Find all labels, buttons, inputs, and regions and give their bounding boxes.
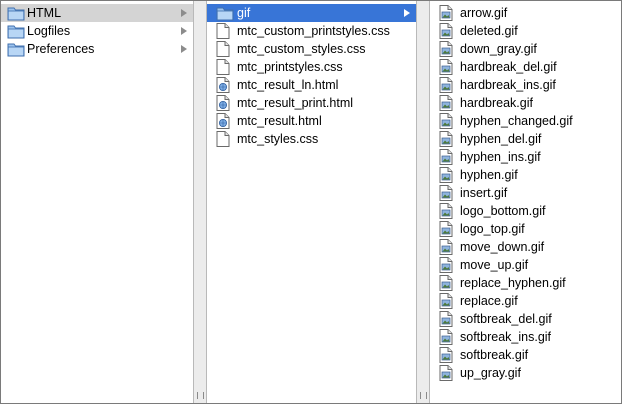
file-item[interactable]: mtc_printstyles.css — [207, 58, 416, 76]
item-label: hyphen_changed.gif — [460, 114, 573, 128]
item-label: insert.gif — [460, 186, 508, 200]
column-2-resizer[interactable] — [416, 1, 430, 403]
item-label: mtc_custom_printstyles.css — [237, 24, 390, 38]
file-item[interactable]: replace.gif — [430, 292, 621, 310]
column-2[interactable]: gif mtc_custom_printstyles.css mtc_custom_… — [207, 1, 416, 403]
file-item[interactable]: mtc_custom_printstyles.css — [207, 22, 416, 40]
file-item[interactable]: hyphen_ins.gif — [430, 148, 621, 166]
item-label: logo_bottom.gif — [460, 204, 546, 218]
file-item[interactable]: mtc_result_ln.html — [207, 76, 416, 94]
item-label: Preferences — [27, 42, 95, 56]
file-item[interactable]: move_up.gif — [430, 256, 621, 274]
file-item[interactable]: mtc_result_print.html — [207, 94, 416, 112]
item-label: mtc_custom_styles.css — [237, 42, 366, 56]
item-label: softbreak.gif — [460, 348, 529, 362]
item-label: mtc_result.html — [237, 114, 322, 128]
folder-item[interactable]: Logfiles — [1, 22, 193, 40]
file-item[interactable]: replace_hyphen.gif — [430, 274, 621, 292]
folder-item[interactable]: gif — [207, 4, 416, 22]
image-file-icon — [439, 365, 453, 386]
item-label: hyphen_del.gif — [460, 132, 542, 146]
item-label: gif — [237, 6, 251, 20]
item-label: hardbreak_ins.gif — [460, 78, 556, 92]
column-3[interactable]: arrow.gif deleted.gif down_gray.gifhardbre… — [430, 1, 621, 403]
item-label: softbreak_del.gif — [460, 312, 552, 326]
disclosure-arrow-icon — [181, 27, 187, 35]
file-item[interactable]: softbreak.gif — [430, 346, 621, 364]
file-item[interactable]: hyphen.gif — [430, 166, 621, 184]
column-1-list: HTML Logfiles Preferences — [1, 4, 193, 58]
file-item[interactable]: move_down.gif — [430, 238, 621, 256]
item-label: Logfiles — [27, 24, 71, 38]
item-label: up_gray.gif — [460, 366, 521, 380]
folder-icon — [7, 41, 25, 62]
file-item[interactable]: hyphen_changed.gif — [430, 112, 621, 130]
disclosure-arrow-icon — [181, 9, 187, 17]
item-label: hyphen.gif — [460, 168, 518, 182]
folder-item[interactable]: HTML — [1, 4, 193, 22]
file-item[interactable]: hardbreak_ins.gif — [430, 76, 621, 94]
file-item[interactable]: mtc_result.html — [207, 112, 416, 130]
disclosure-arrow-icon — [181, 45, 187, 53]
file-item[interactable]: up_gray.gif — [430, 364, 621, 382]
column-browser: HTML Logfiles Preferences gif mtc_custom_pr… — [0, 0, 622, 404]
item-label: hardbreak_del.gif — [460, 60, 557, 74]
file-item[interactable]: softbreak_ins.gif — [430, 328, 621, 346]
resize-grip-icon[interactable] — [197, 392, 204, 399]
file-item[interactable]: deleted.gif — [430, 22, 621, 40]
item-label: down_gray.gif — [460, 42, 537, 56]
item-label: move_down.gif — [460, 240, 545, 254]
file-item[interactable]: down_gray.gif — [430, 40, 621, 58]
item-label: arrow.gif — [460, 6, 508, 20]
item-label: replace.gif — [460, 294, 518, 308]
item-label: mtc_printstyles.css — [237, 60, 343, 74]
item-label: mtc_result_print.html — [237, 96, 354, 110]
item-label: logo_top.gif — [460, 222, 525, 236]
file-item[interactable]: mtc_styles.css — [207, 130, 416, 148]
file-item[interactable]: softbreak_del.gif — [430, 310, 621, 328]
item-label: deleted.gif — [460, 24, 518, 38]
column-3-list: arrow.gif deleted.gif down_gray.gifhardbre… — [430, 4, 621, 382]
file-item[interactable]: logo_top.gif — [430, 220, 621, 238]
item-label: replace_hyphen.gif — [460, 276, 566, 290]
item-label: hyphen_ins.gif — [460, 150, 541, 164]
item-label: move_up.gif — [460, 258, 529, 272]
column-1[interactable]: HTML Logfiles Preferences — [1, 1, 193, 403]
column-2-list: gif mtc_custom_printstyles.css mtc_custom_… — [207, 4, 416, 148]
file-item[interactable]: mtc_custom_styles.css — [207, 40, 416, 58]
file-item[interactable]: logo_bottom.gif — [430, 202, 621, 220]
item-label: mtc_styles.css — [237, 132, 319, 146]
item-label: mtc_result_ln.html — [237, 78, 339, 92]
file-item[interactable]: hyphen_del.gif — [430, 130, 621, 148]
resize-grip-icon[interactable] — [420, 392, 427, 399]
file-item[interactable]: insert.gif — [430, 184, 621, 202]
folder-item[interactable]: Preferences — [1, 40, 193, 58]
file-item[interactable]: arrow.gif — [430, 4, 621, 22]
column-1-resizer[interactable] — [193, 1, 207, 403]
file-item[interactable]: hardbreak.gif — [430, 94, 621, 112]
item-label: hardbreak.gif — [460, 96, 533, 110]
file-item[interactable]: hardbreak_del.gif — [430, 58, 621, 76]
item-label: softbreak_ins.gif — [460, 330, 552, 344]
item-label: HTML — [27, 6, 62, 20]
disclosure-arrow-icon — [404, 9, 410, 17]
document-icon — [216, 131, 230, 152]
